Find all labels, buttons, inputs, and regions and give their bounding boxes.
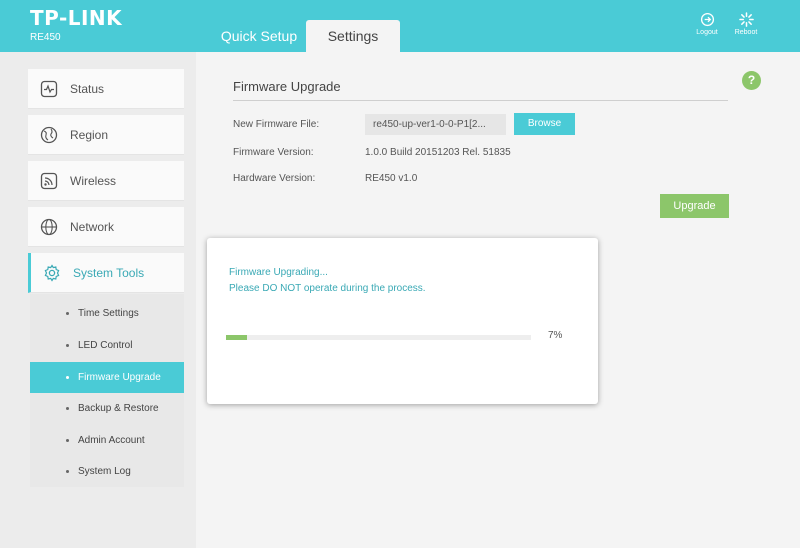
submenu-item-time-settings[interactable]: Time Settings — [30, 298, 184, 329]
globe-icon — [40, 126, 58, 144]
brand-logo: TP-LINK — [30, 6, 123, 30]
hardware-version-label: Hardware Version: — [233, 173, 316, 184]
top-header: TP-LINK RE450 Quick Setup Settings Logou… — [0, 0, 800, 52]
upgrade-button[interactable]: Upgrade — [660, 194, 729, 218]
system-tools-submenu: Time Settings LED Control Firmware Upgra… — [30, 294, 184, 487]
submenu-item-firmware-upgrade[interactable]: Firmware Upgrade — [30, 362, 184, 393]
status-icon — [40, 80, 58, 98]
sidebar-item-region[interactable]: Region — [28, 115, 184, 155]
sidebar-item-network[interactable]: Network — [28, 207, 184, 247]
reboot-label: Reboot — [734, 29, 758, 36]
submenu-item-led-control[interactable]: LED Control — [30, 330, 184, 361]
tab-quick-setup[interactable]: Quick Setup — [214, 20, 304, 52]
firmware-version-label: Firmware Version: — [233, 147, 314, 158]
logout-label: Logout — [696, 29, 718, 36]
section-divider — [233, 100, 728, 101]
upgrade-progress-dialog: Firmware Upgrading... Please DO NOT oper… — [207, 238, 598, 404]
submenu-item-admin-account[interactable]: Admin Account — [30, 425, 184, 456]
upgrade-progress-fill — [226, 335, 248, 340]
device-model: RE450 — [30, 32, 61, 43]
sidebar: Status Region Wireless Network System To… — [0, 52, 196, 548]
reboot-icon — [738, 12, 754, 27]
firmware-file-input[interactable]: re450-up-ver1-0-0-P1[2... — [365, 114, 506, 135]
submenu-item-system-log[interactable]: System Log — [30, 456, 184, 487]
help-icon[interactable]: ? — [742, 71, 761, 90]
logout-icon — [700, 12, 714, 27]
sidebar-item-label: Status — [70, 82, 105, 96]
sidebar-item-system-tools[interactable]: System Tools — [28, 253, 184, 293]
brand: TP-LINK RE450 — [30, 7, 122, 43]
sidebar-item-status[interactable]: Status — [28, 69, 184, 109]
upgrade-warning-text: Please DO NOT operate during the process… — [229, 283, 426, 294]
new-firmware-file-label: New Firmware File: — [233, 119, 320, 130]
upgrade-status-text: Firmware Upgrading... — [229, 267, 328, 278]
upgrade-progress-percent: 7% — [548, 330, 563, 341]
tab-settings[interactable]: Settings — [306, 20, 400, 52]
wireless-icon — [40, 172, 58, 190]
upgrade-progress-bar — [226, 335, 531, 340]
logout-button[interactable]: Logout — [687, 12, 727, 36]
gear-icon — [44, 264, 60, 282]
browse-button[interactable]: Browse — [514, 113, 575, 135]
sidebar-item-label: Region — [70, 128, 109, 142]
submenu-item-backup-restore[interactable]: Backup & Restore — [30, 393, 184, 424]
sidebar-item-label: Network — [70, 220, 115, 234]
sidebar-item-label: Wireless — [70, 174, 117, 188]
reboot-button[interactable]: Reboot — [726, 12, 766, 36]
firmware-version-value: 1.0.0 Build 20151203 Rel. 51835 — [365, 147, 511, 158]
hardware-version-value: RE450 v1.0 — [365, 173, 418, 184]
section-title: Firmware Upgrade — [233, 79, 341, 94]
sidebar-item-label: System Tools — [73, 266, 145, 280]
network-icon — [40, 218, 58, 236]
sidebar-item-wireless[interactable]: Wireless — [28, 161, 184, 201]
